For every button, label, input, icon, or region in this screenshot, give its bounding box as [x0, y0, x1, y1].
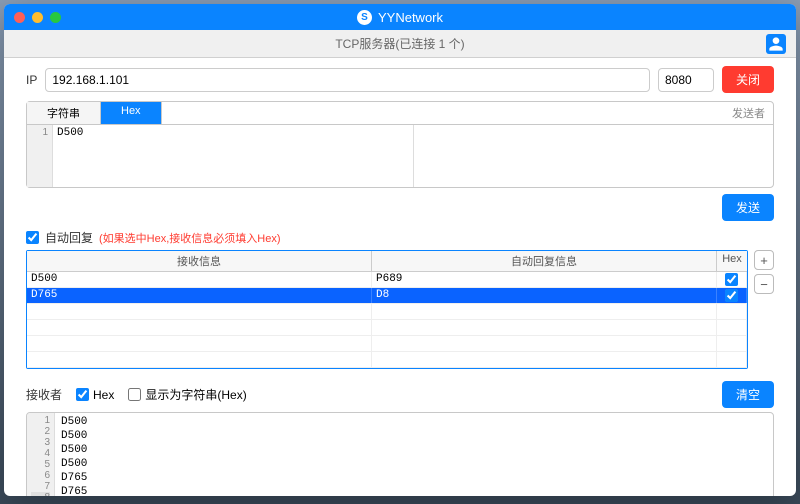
cell-hex[interactable]: [717, 320, 747, 335]
cell-reply[interactable]: [372, 336, 717, 351]
cell-recv[interactable]: [27, 320, 372, 335]
traffic-lights: [4, 12, 61, 23]
receiver-section: 接收者 Hex 显示为字符串(Hex) 清空 12345678 D500D500…: [26, 377, 774, 496]
cell-recv[interactable]: D765: [27, 288, 372, 303]
table-row[interactable]: [27, 304, 747, 320]
cell-recv[interactable]: [27, 304, 372, 319]
send-section: 字符串 Hex 发送者 1 D500 发送: [26, 101, 774, 221]
log-line[interactable]: D500: [61, 443, 767, 457]
app-logo-icon: S: [357, 10, 372, 25]
log-line[interactable]: D765: [61, 471, 767, 485]
table-row[interactable]: [27, 352, 747, 368]
auto-reply-section: 自动回复 (如果选中Hex,接收信息必须填入Hex) 接收信息 自动回复信息 H…: [26, 229, 774, 369]
cell-hex[interactable]: [717, 272, 747, 287]
show-string-label: 显示为字符串(Hex): [145, 386, 246, 403]
send-tabs: 字符串 Hex 发送者: [27, 102, 773, 125]
app-title: YYNetwork: [378, 10, 443, 25]
show-string-checkbox[interactable]: [128, 388, 141, 401]
sender-label: 发送者: [162, 102, 773, 124]
close-connection-button[interactable]: 关闭: [722, 66, 774, 93]
connection-row: IP 关闭: [26, 66, 774, 93]
table-row[interactable]: D500P689: [27, 272, 747, 288]
col-recv: 接收信息: [27, 251, 372, 271]
log-line[interactable]: D500: [61, 457, 767, 471]
minimize-icon[interactable]: [32, 12, 43, 23]
ip-label: IP: [26, 73, 37, 87]
remove-row-button[interactable]: −: [754, 274, 774, 294]
port-input[interactable]: [658, 68, 714, 92]
cell-recv[interactable]: [27, 352, 372, 367]
user-avatar-icon[interactable]: [766, 34, 786, 54]
auto-reply-warning: (如果选中Hex,接收信息必须填入Hex): [99, 230, 281, 246]
cell-reply[interactable]: [372, 352, 717, 367]
auto-reply-label: 自动回复: [45, 229, 93, 246]
subtitle-bar: TCP服务器(已连接 1 个): [4, 30, 796, 58]
col-hex: Hex: [717, 251, 747, 271]
cell-recv[interactable]: [27, 336, 372, 351]
tab-string[interactable]: 字符串: [27, 102, 101, 124]
cell-reply[interactable]: [372, 320, 717, 335]
receiver-title: 接收者: [26, 386, 62, 403]
connection-status: TCP服务器(已连接 1 个): [335, 35, 464, 52]
recv-hex-label: Hex: [93, 388, 114, 402]
log-line[interactable]: D500: [61, 429, 767, 443]
log-line[interactable]: D765: [61, 485, 767, 496]
recv-hex-checkbox[interactable]: [76, 388, 89, 401]
ip-input[interactable]: [45, 68, 650, 92]
zoom-icon[interactable]: [50, 12, 61, 23]
close-icon[interactable]: [14, 12, 25, 23]
cell-hex[interactable]: [717, 352, 747, 367]
log-line[interactable]: D500: [61, 415, 767, 429]
row-hex-checkbox[interactable]: [725, 289, 738, 302]
titlebar: S YYNetwork: [4, 4, 796, 30]
table-row[interactable]: D765D8: [27, 288, 747, 304]
send-data-cell[interactable]: D500: [53, 125, 414, 187]
tab-hex[interactable]: Hex: [101, 102, 162, 124]
row-hex-checkbox[interactable]: [725, 273, 738, 286]
cell-hex[interactable]: [717, 336, 747, 351]
send-data-cell-2[interactable]: [414, 125, 774, 187]
clear-button[interactable]: 清空: [722, 381, 774, 408]
app-window: S YYNetwork TCP服务器(已连接 1 个) IP 关闭 字符串 He…: [4, 4, 796, 496]
cell-reply[interactable]: [372, 304, 717, 319]
cell-reply[interactable]: P689: [372, 272, 717, 287]
cell-hex[interactable]: [717, 288, 747, 303]
receive-log[interactable]: 12345678 D500D500D500D500D765D765D765D76…: [26, 412, 774, 496]
table-row[interactable]: [27, 336, 747, 352]
table-row[interactable]: [27, 320, 747, 336]
cell-reply[interactable]: D8: [372, 288, 717, 303]
auto-reply-checkbox[interactable]: [26, 231, 39, 244]
auto-reply-table: 接收信息 自动回复信息 Hex D500P689D765D8: [26, 250, 748, 369]
add-row-button[interactable]: +: [754, 250, 774, 270]
line-number: 1: [27, 125, 53, 187]
cell-hex[interactable]: [717, 304, 747, 319]
send-editor[interactable]: 1 D500: [27, 125, 773, 187]
col-reply: 自动回复信息: [372, 251, 717, 271]
send-button[interactable]: 发送: [722, 194, 774, 221]
cell-recv[interactable]: D500: [27, 272, 372, 287]
